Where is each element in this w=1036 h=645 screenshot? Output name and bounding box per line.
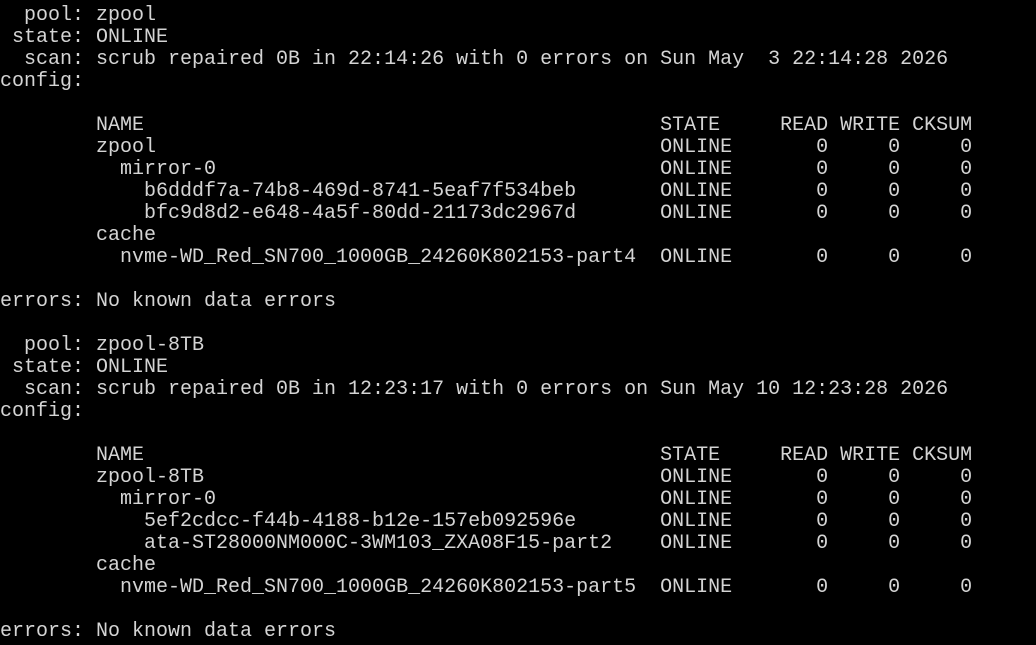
pool-1-table-row: nvme-WD_Red_SN700_1000GB_24260K802153-pa…	[0, 246, 973, 269]
pool-2-table-row: 5ef2cdcc-f44b-4188-b12e-157eb092596e ONL…	[0, 510, 973, 533]
pool-1-table-row: b6dddf7a-74b8-469d-8741-5eaf7f534beb ONL…	[0, 180, 973, 203]
terminal-window[interactable]: pool: zpool state: ONLINE scan: scrub re…	[0, 0, 1036, 645]
pool-1-table-header: NAME STATE READ WRITE CKSUM	[0, 114, 973, 137]
pool-1-table-row: zpool ONLINE 0 0 0	[0, 136, 973, 159]
pool-2-table-row: mirror-0 ONLINE 0 0 0	[0, 488, 973, 511]
pool-2-config-label: config:	[0, 400, 85, 423]
pool-2-table-row: nvme-WD_Red_SN700_1000GB_24260K802153-pa…	[0, 576, 973, 599]
pool-1-state-line: state: ONLINE	[0, 26, 169, 49]
pool-2-table-row: ata-ST28000NM000C-3WM103_ZXA08F15-part2 …	[0, 532, 973, 555]
pool-1-name-line: pool: zpool	[0, 4, 157, 27]
pool-1-table-row: mirror-0 ONLINE 0 0 0	[0, 158, 973, 181]
pool-2-errors-line: errors: No known data errors	[0, 620, 337, 643]
pool-2-name-line: pool: zpool-8TB	[0, 334, 205, 357]
pool-1-scan-line: scan: scrub repaired 0B in 22:14:26 with…	[0, 48, 949, 71]
pool-2-table-row: zpool-8TB ONLINE 0 0 0	[0, 466, 973, 489]
pool-2-scan-line: scan: scrub repaired 0B in 12:23:17 with…	[0, 378, 949, 401]
pool-2-table-header: NAME STATE READ WRITE CKSUM	[0, 444, 973, 467]
pool-2-table-row: cache	[0, 554, 157, 577]
pool-1-errors-line: errors: No known data errors	[0, 290, 337, 313]
pool-2-state-line: state: ONLINE	[0, 356, 169, 379]
pool-1-table-row: cache	[0, 224, 157, 247]
pool-1-table-row: bfc9d8d2-e648-4a5f-80dd-21173dc2967d ONL…	[0, 202, 973, 225]
pool-1-config-label: config:	[0, 70, 85, 93]
